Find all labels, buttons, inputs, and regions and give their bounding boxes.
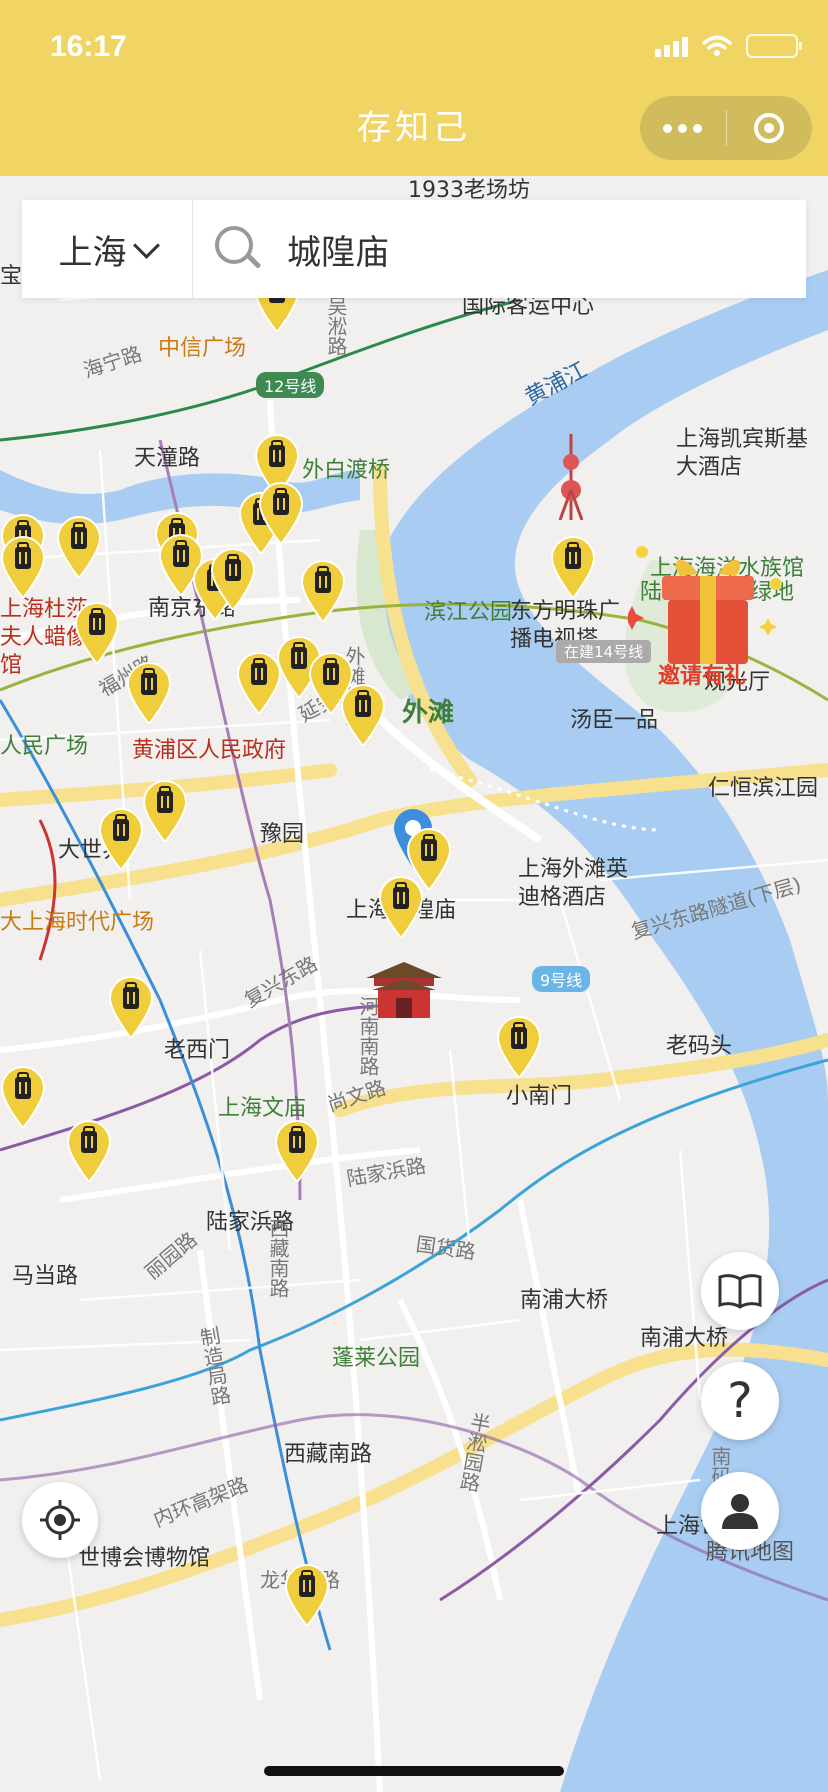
search-icon: [215, 226, 262, 272]
book-icon: [718, 1274, 762, 1309]
pearl-tower-icon: [558, 434, 584, 520]
map-label: 南浦大桥: [520, 1288, 609, 1313]
search-bar: 上海: [22, 200, 806, 298]
map-label: 外白渡桥: [302, 458, 391, 483]
map-label: 汤臣一品: [570, 708, 659, 733]
locker-pin-icon[interactable]: [258, 482, 304, 544]
chevron-down-icon: [132, 231, 160, 259]
gift-label: 邀请有礼: [658, 664, 747, 689]
help-button[interactable]: ?: [701, 1362, 779, 1440]
locate-me-button[interactable]: [22, 1482, 98, 1558]
temple-icon: [366, 962, 442, 1018]
map-label: 世博会博物馆: [78, 1546, 211, 1571]
map-label: 上海文庙: [218, 1096, 307, 1121]
invite-gift-button[interactable]: 邀请有礼: [620, 538, 788, 698]
locker-pin-icon[interactable]: [300, 560, 346, 622]
profile-button[interactable]: [701, 1472, 779, 1550]
locker-pin-icon[interactable]: [284, 1564, 330, 1626]
map-label: 滨江公园: [424, 600, 513, 625]
close-circle-icon: [754, 113, 785, 143]
help-icon: ?: [727, 1373, 753, 1429]
map-label: 马当路: [12, 1264, 79, 1289]
battery-icon: [746, 34, 802, 58]
user-icon: [722, 1494, 758, 1529]
locker-pin-icon[interactable]: [66, 1120, 112, 1182]
map-label: 老西门: [164, 1038, 231, 1063]
header-bar: 16:17 存知己: [0, 0, 828, 176]
city-label: 上海: [58, 232, 127, 273]
city-selector[interactable]: 上海: [22, 225, 192, 274]
status-icons: [655, 34, 802, 58]
location-target-icon: [40, 1500, 80, 1540]
map-label: 南浦大桥: [640, 1326, 729, 1351]
miniprogram-capsule: [640, 96, 812, 160]
locker-pin-icon[interactable]: [378, 876, 424, 938]
map-label: 老码头: [666, 1034, 733, 1059]
locker-pin-icon[interactable]: [74, 602, 120, 664]
locker-pin-icon[interactable]: [340, 684, 386, 746]
map-label: 大上海时代广场: [0, 910, 155, 935]
map-label: 小南门: [506, 1084, 573, 1109]
home-indicator: [264, 1766, 564, 1776]
map-label: 上海凯宾斯基大酒店: [676, 427, 809, 480]
locker-pin-icon[interactable]: [496, 1016, 542, 1078]
locker-pin-icon[interactable]: [142, 780, 188, 842]
status-time: 16:17: [50, 30, 127, 63]
map-label: 吴淞路: [324, 296, 348, 356]
locker-pin-icon[interactable]: [108, 976, 154, 1038]
more-menu-button[interactable]: [640, 123, 726, 133]
map-label: 黄浦区人民政府: [132, 738, 287, 763]
map-label: 天潼路: [134, 446, 201, 471]
guide-button[interactable]: [701, 1252, 779, 1330]
gift-icon: [620, 546, 782, 664]
metro-line-badge: 9号线: [532, 966, 591, 992]
map-label: 上海外滩英迪格酒店: [518, 857, 629, 910]
map-label: 蓬莱公园: [332, 1346, 421, 1371]
locker-pin-icon[interactable]: [274, 1120, 320, 1182]
map-label: 外滩: [402, 698, 455, 728]
locker-pin-icon[interactable]: [550, 536, 596, 598]
locker-pin-icon[interactable]: [0, 536, 46, 598]
locker-pin-icon[interactable]: [126, 662, 172, 724]
locker-pin-icon[interactable]: [98, 808, 144, 870]
wifi-icon: [702, 35, 732, 56]
locker-pin-icon[interactable]: [210, 548, 256, 610]
map-label: 仁恒滨江园: [708, 776, 819, 801]
close-miniprogram-button[interactable]: [727, 113, 813, 143]
metro-line-badge: 12号线: [256, 372, 325, 398]
map-label: 西藏南路: [284, 1442, 373, 1467]
search-input[interactable]: [285, 228, 769, 270]
signal-icon: [655, 35, 688, 57]
locker-pin-icon[interactable]: [56, 516, 102, 578]
locker-pin-icon[interactable]: [0, 1066, 46, 1128]
map-label: 豫园: [260, 822, 305, 847]
map-label: 人民广场: [0, 734, 89, 759]
map-label: 西藏南路: [266, 1218, 290, 1298]
map-view[interactable]: 1933老场坊 宝山路 国际客运中心 海宁路 中信广场 吴淞路 12号线 黄浦江…: [0, 176, 828, 1792]
map-label: 中信广场: [158, 336, 247, 361]
